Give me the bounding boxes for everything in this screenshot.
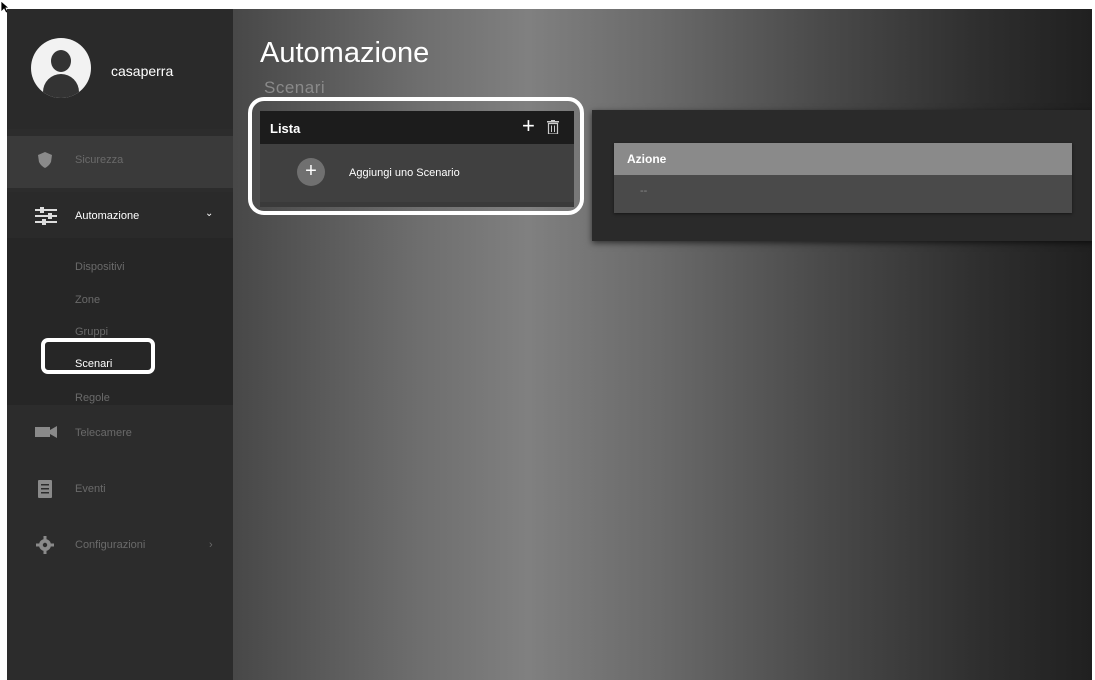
action-card-title: Azione <box>627 152 667 166</box>
page-title: Automazione <box>260 37 430 69</box>
sidebar-item-automation[interactable]: Automazione ⌄ <box>7 192 233 244</box>
sidebar-item-settings[interactable]: Configurazioni › <box>7 521 233 573</box>
submenu-item-rules[interactable]: Regole <box>75 392 110 404</box>
action-value: -- <box>640 185 648 197</box>
document-icon <box>35 480 55 500</box>
sidebar-item-events[interactable]: Eventi <box>7 465 233 517</box>
gear-icon <box>35 536 55 556</box>
shield-icon <box>35 151 55 171</box>
sliders-icon <box>35 207 57 227</box>
sidebar-item-label: Sicurezza <box>75 154 124 166</box>
sidebar-item-label: Eventi <box>75 483 106 495</box>
camera-icon <box>35 424 57 444</box>
user-profile: casaperra <box>7 9 233 129</box>
sidebar-item-label: Configurazioni <box>75 539 146 551</box>
action-panel: Azione -- <box>592 110 1092 241</box>
app-screen: casaperra Sicurezza Automazione ⌄ Dispos… <box>7 9 1092 680</box>
avatar[interactable] <box>31 38 91 98</box>
chevron-down-icon: ⌄ <box>205 208 214 219</box>
submenu-item-groups[interactable]: Gruppi <box>75 326 108 338</box>
submenu-item-devices[interactable]: Dispositivi <box>75 261 125 273</box>
submenu-item-zones[interactable]: Zone <box>75 294 100 306</box>
automation-submenu: Dispositivi Zone Gruppi Scenari Regole <box>7 238 233 405</box>
chevron-right-icon: › <box>209 539 213 551</box>
highlight-frame-list <box>248 97 584 215</box>
highlight-frame-scenarios <box>41 338 155 374</box>
sidebar-item-label: Automazione <box>75 210 140 222</box>
action-card-header: Azione <box>614 143 1072 175</box>
sidebar-item-cameras[interactable]: Telecamere <box>7 409 233 461</box>
page-subtitle: Scenari <box>264 78 326 97</box>
action-card: Azione -- <box>614 143 1072 213</box>
sidebar-item-security[interactable]: Sicurezza <box>7 136 233 188</box>
username: casaperra <box>111 63 174 79</box>
sidebar-item-label: Telecamere <box>75 427 132 439</box>
